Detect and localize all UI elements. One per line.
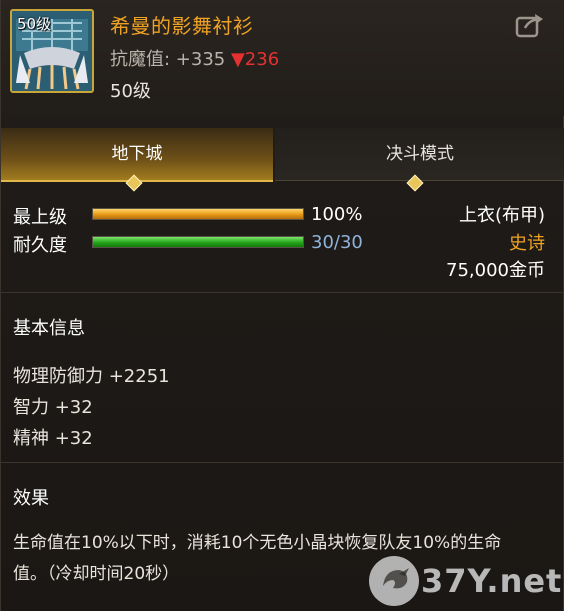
magic-resist-decrease: ▼236 — [230, 49, 280, 70]
divider — [1, 462, 564, 463]
basic-info-title: 基本信息 — [13, 318, 85, 339]
max-level-bar — [92, 208, 304, 220]
item-level-badge: 50级 — [17, 15, 52, 33]
durability-bar — [92, 236, 304, 248]
equipment-slot: 上衣(布甲) — [458, 205, 545, 226]
tab-dungeon[interactable]: 地下城 — [1, 128, 273, 182]
stat-intelligence: 智力 +32 — [13, 397, 93, 418]
durability-bar-fill — [93, 237, 303, 247]
max-level-label: 最上级 — [13, 207, 67, 228]
durability-value: 30/30 — [311, 232, 363, 253]
max-level-value: 100% — [311, 204, 363, 225]
max-level-bar-fill — [93, 209, 303, 219]
item-tooltip-panel: 50级 希曼的影舞衬衫 抗魔值: +335 ▼236 50级 地下城 决斗模式 … — [0, 0, 564, 611]
watermark-logo-icon — [369, 556, 419, 606]
item-name: 希曼的影舞衬衫 — [110, 14, 254, 38]
tab-pvp[interactable]: 决斗模式 — [275, 128, 564, 181]
mode-tabs: 地下城 决斗模式 — [1, 128, 564, 184]
item-header: 50级 希曼的影舞衬衫 抗魔值: +335 ▼236 50级 — [1, 0, 564, 116]
item-level: 50级 — [110, 81, 151, 102]
share-icon[interactable] — [515, 12, 545, 38]
stat-spirit: 精神 +32 — [13, 428, 93, 449]
durability-label: 耐久度 — [13, 235, 67, 256]
magic-resist-label: 抗魔值: +335 — [110, 49, 226, 70]
stat-physical-defense: 物理防御力 +2251 — [13, 366, 170, 387]
effect-title: 效果 — [13, 488, 49, 509]
magic-resist-stat: 抗魔值: +335 ▼236 — [110, 45, 279, 71]
watermark-text: 37Y.net — [421, 562, 563, 600]
price-label: 75,000金币 — [446, 260, 545, 281]
rarity-label: 史诗 — [509, 233, 545, 254]
divider — [1, 292, 564, 293]
